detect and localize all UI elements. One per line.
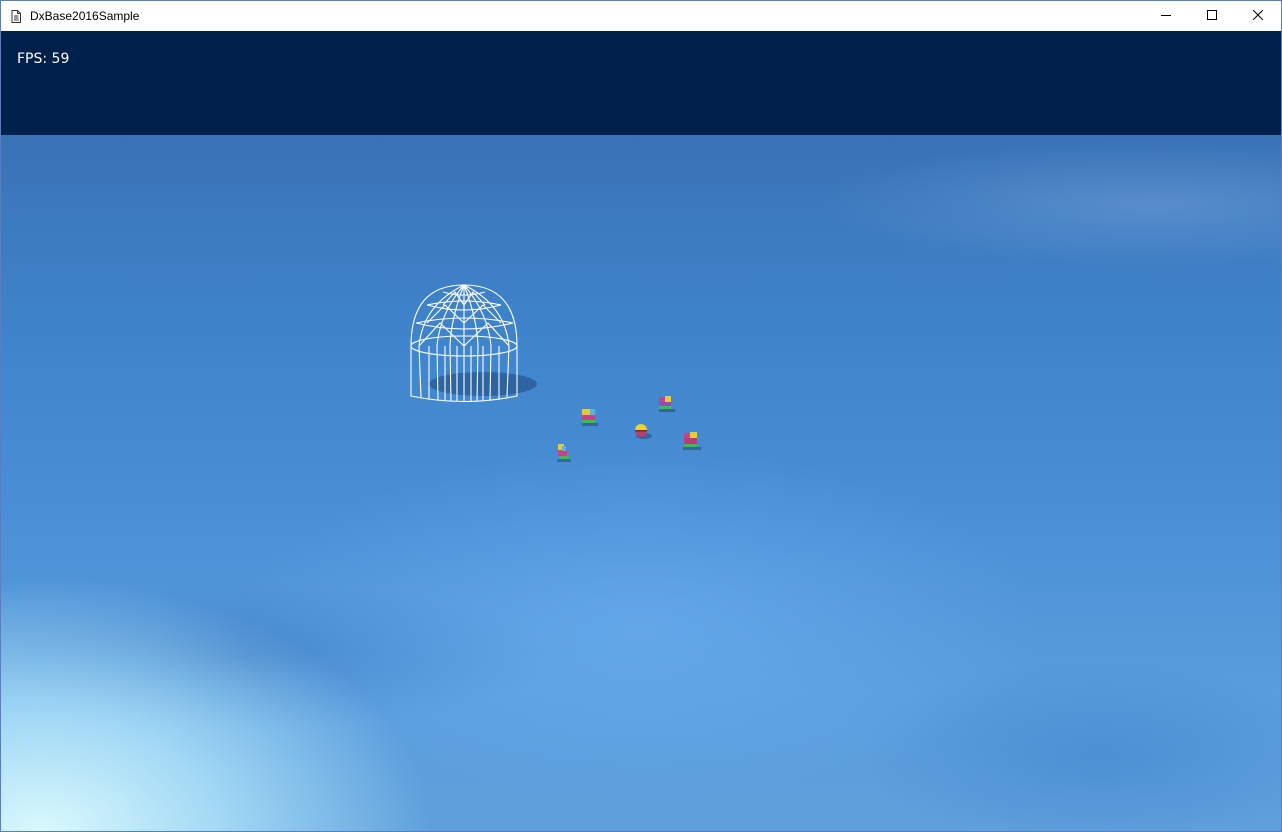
- wireframe-dome: [410, 284, 537, 403]
- minimize-icon: [1161, 7, 1171, 25]
- maximize-icon: [1207, 7, 1217, 25]
- maximize-button[interactable]: [1189, 1, 1235, 31]
- robot-character: [557, 444, 571, 462]
- close-icon: [1252, 7, 1264, 25]
- fps-counter: FPS: 59: [17, 51, 70, 67]
- close-button[interactable]: [1235, 1, 1281, 31]
- render-viewport[interactable]: FPS: 59: [1, 31, 1281, 831]
- sky-background: [1, 31, 1281, 135]
- robot-character: [683, 432, 701, 450]
- window-title: DxBase2016Sample: [30, 9, 140, 23]
- ball-character: [635, 424, 652, 439]
- title-bar[interactable]: DxBase2016Sample: [1, 1, 1281, 31]
- app-document-icon: [1, 1, 31, 31]
- window-controls: [1143, 1, 1281, 31]
- app-window: DxBase2016Sample FPS: 59: [0, 0, 1282, 832]
- ground-plane: [1, 135, 1281, 831]
- robot-character: [582, 409, 598, 426]
- minimize-button[interactable]: [1143, 1, 1189, 31]
- robot-character: [659, 396, 675, 412]
